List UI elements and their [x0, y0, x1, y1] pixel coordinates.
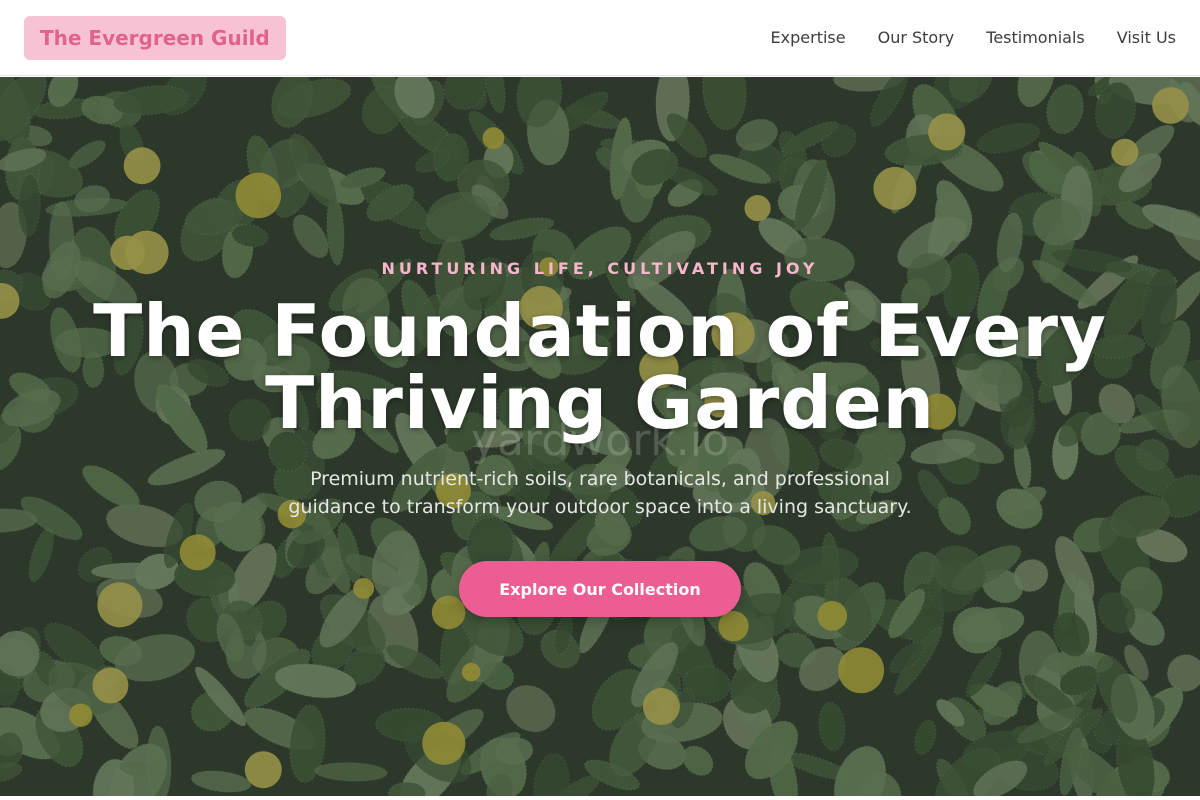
nav-link-testimonials[interactable]: Testimonials: [986, 28, 1085, 47]
watermark-text: yardwork.io: [471, 415, 729, 466]
nav-link-our-story[interactable]: Our Story: [878, 28, 955, 47]
nav-link-visit-us[interactable]: Visit Us: [1117, 28, 1176, 47]
hero-subtitle: Premium nutrient-rich soils, rare botani…: [288, 468, 912, 518]
brand-logo[interactable]: The Evergreen Guild: [24, 15, 286, 60]
hero-content: NURTURING LIFE, CULTIVATING JOY The Foun…: [0, 77, 1200, 796]
main-nav: Expertise Our Story Testimonials Visit U…: [771, 28, 1176, 47]
nav-link-expertise[interactable]: Expertise: [771, 28, 846, 47]
site-header: The Evergreen Guild Expertise Our Story …: [0, 0, 1200, 76]
explore-collection-button[interactable]: Explore Our Collection: [459, 561, 741, 617]
hero-section: NURTURING LIFE, CULTIVATING JOY The Foun…: [0, 77, 1200, 796]
hero-tagline: NURTURING LIFE, CULTIVATING JOY: [381, 259, 819, 278]
